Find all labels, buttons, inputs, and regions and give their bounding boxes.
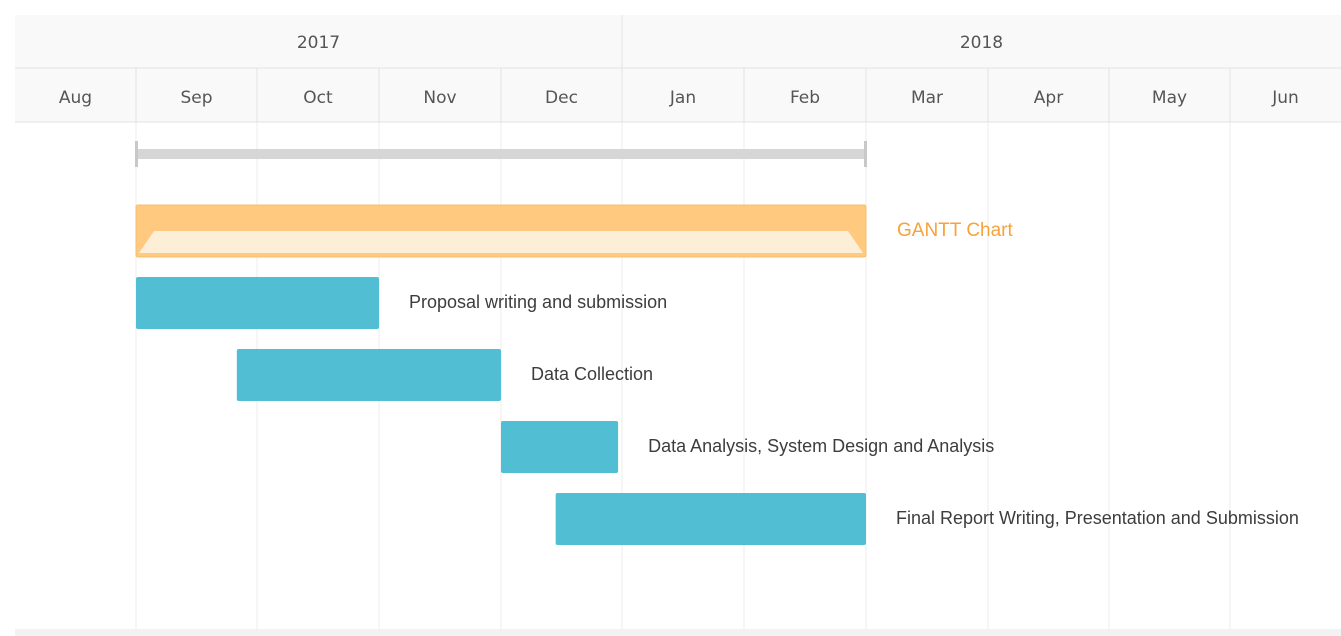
task-label: Proposal writing and submission: [409, 292, 667, 312]
task-label: Data Analysis, System Design and Analysi…: [648, 436, 994, 456]
gantt-chart: 2017 2018 Aug Sep Oct Nov Dec Jan Feb Mar Apr May Ju…: [15, 15, 1341, 636]
task-label: Data Collection: [531, 364, 653, 384]
project-range-start-cap: [135, 141, 138, 167]
task-bar[interactable]: [555, 493, 866, 545]
year-label: 2018: [960, 33, 1003, 53]
task-label: Final Report Writing, Presentation and S…: [896, 508, 1299, 528]
month-label: Jan: [669, 88, 696, 108]
month-label: Feb: [790, 88, 820, 108]
task-bar[interactable]: [236, 349, 502, 401]
month-label: Mar: [911, 88, 943, 108]
summary-bar-inner: [139, 231, 863, 253]
month-label: May: [1152, 88, 1187, 108]
month-label: Aug: [59, 88, 92, 108]
year-label: 2017: [297, 33, 340, 53]
summary-label: GANTT Chart: [897, 220, 1014, 241]
task-bar[interactable]: [136, 277, 379, 329]
month-label: Oct: [303, 88, 333, 108]
month-label: Sep: [180, 88, 212, 108]
task-bar[interactable]: [501, 421, 619, 473]
month-label: Jun: [1271, 88, 1299, 108]
footer-strip: [15, 629, 1341, 636]
month-label: Apr: [1034, 88, 1063, 108]
project-range-end-cap: [864, 141, 867, 167]
month-label: Dec: [545, 88, 578, 108]
project-range-bar: [136, 149, 866, 159]
month-label: Nov: [423, 88, 456, 108]
